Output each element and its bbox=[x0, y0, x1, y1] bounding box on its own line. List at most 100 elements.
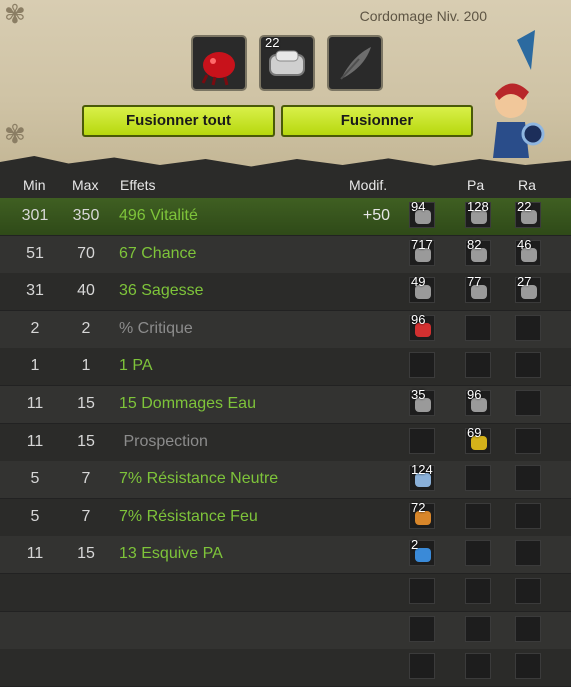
rune-count: 96 bbox=[411, 312, 426, 327]
max-value: 15 bbox=[77, 545, 95, 562]
rune-slot[interactable] bbox=[409, 428, 435, 454]
rune-slot[interactable] bbox=[409, 578, 435, 604]
table-row[interactable]: 11 15 13 Esquive PA 2 bbox=[0, 536, 571, 574]
rune-slot[interactable] bbox=[515, 653, 541, 679]
rune-slot[interactable] bbox=[465, 503, 491, 529]
max-value: 7 bbox=[81, 508, 91, 525]
item-title: Cordomage Niv. 200 bbox=[359, 8, 487, 24]
min-value: 31 bbox=[26, 282, 44, 299]
rune-slot[interactable]: 49 bbox=[409, 274, 435, 303]
rune-slot[interactable]: 82 bbox=[465, 237, 491, 266]
rune-slot[interactable] bbox=[515, 616, 541, 642]
rune-slot[interactable] bbox=[515, 428, 541, 454]
ornament-top-left-icon: ✾ bbox=[4, 0, 26, 30]
table-row[interactable]: 5 7 7% Résistance Neutre 124 bbox=[0, 461, 571, 499]
rune-slot[interactable] bbox=[465, 616, 491, 642]
rune-slot[interactable]: 22 bbox=[515, 199, 541, 228]
min-value: 2 bbox=[30, 320, 40, 337]
rune-slot[interactable]: 27 bbox=[515, 274, 541, 303]
rune-slot[interactable]: 96 bbox=[465, 387, 491, 416]
max-value: 70 bbox=[77, 245, 95, 262]
max-value: 350 bbox=[72, 207, 100, 224]
merge-button[interactable]: Fusionner bbox=[281, 105, 473, 137]
merge-all-button[interactable]: Fusionner tout bbox=[82, 105, 275, 137]
rune-count: 2 bbox=[411, 537, 419, 552]
rune-count: 717 bbox=[411, 237, 433, 252]
table-row[interactable]: 51 70 67 Chance 717 82 46 bbox=[0, 236, 571, 274]
rune-count: 77 bbox=[467, 274, 482, 289]
effect-label: 1 PA bbox=[119, 357, 153, 374]
table-row[interactable]: 301 350 496 Vitalité +50 94 128 22 bbox=[0, 198, 571, 236]
feather-slot[interactable] bbox=[327, 35, 383, 91]
rune-count: 82 bbox=[467, 237, 482, 252]
rune-slot[interactable] bbox=[515, 390, 541, 416]
rune-slot[interactable]: 72 bbox=[409, 500, 435, 529]
rune-slot[interactable]: 124 bbox=[409, 462, 435, 491]
rune-slot[interactable] bbox=[409, 352, 435, 378]
rune-count: 128 bbox=[467, 199, 489, 214]
min-value: 11 bbox=[26, 395, 44, 412]
rune-slot[interactable] bbox=[515, 540, 541, 566]
rune-slot[interactable] bbox=[409, 616, 435, 642]
rune-slot[interactable]: 128 bbox=[465, 199, 491, 228]
table-row[interactable]: 5 7 7% Résistance Feu 72 bbox=[0, 499, 571, 537]
rune-slot[interactable] bbox=[465, 315, 491, 341]
table-row[interactable]: 31 40 36 Sagesse 49 77 27 bbox=[0, 273, 571, 311]
rune-slot[interactable]: 35 bbox=[409, 387, 435, 416]
min-value: 5 bbox=[30, 470, 40, 487]
rune-count: 124 bbox=[411, 462, 433, 477]
rune-count: 69 bbox=[467, 425, 482, 440]
table-row[interactable] bbox=[0, 574, 571, 612]
rune-count: 35 bbox=[411, 387, 426, 402]
rune-slot[interactable] bbox=[515, 352, 541, 378]
rune-count: 72 bbox=[411, 500, 426, 515]
effect-label: 67 Chance bbox=[119, 245, 197, 262]
rune-slot[interactable] bbox=[465, 578, 491, 604]
effect-label: % Critique bbox=[119, 320, 193, 337]
red-item-slot[interactable] bbox=[191, 35, 247, 91]
rune-slot[interactable]: 94 bbox=[409, 199, 435, 228]
column-min: Min bbox=[23, 177, 46, 193]
rune-slot[interactable] bbox=[515, 503, 541, 529]
character-avatar-icon bbox=[493, 30, 545, 158]
rune-slot[interactable] bbox=[465, 540, 491, 566]
effect-label: 15 Dommages Eau bbox=[119, 395, 256, 412]
table-row[interactable]: 2 2 % Critique 96 bbox=[0, 311, 571, 349]
rune-slot[interactable] bbox=[465, 465, 491, 491]
min-value: 301 bbox=[21, 207, 49, 224]
table-row[interactable]: 1 1 1 PA bbox=[0, 348, 571, 386]
rune-slot[interactable] bbox=[465, 653, 491, 679]
column-effects: Effets bbox=[120, 177, 156, 193]
table-row[interactable]: 11 15 Prospection 69 bbox=[0, 424, 571, 462]
rune-slot[interactable] bbox=[515, 578, 541, 604]
rune-slot[interactable]: 717 bbox=[409, 237, 435, 266]
rune-slot[interactable]: 69 bbox=[465, 425, 491, 454]
rune-count: 49 bbox=[411, 274, 426, 289]
table-row[interactable]: 11 15 15 Dommages Eau 35 96 bbox=[0, 386, 571, 424]
rune-slot[interactable]: 77 bbox=[465, 274, 491, 303]
rune-slot[interactable]: 46 bbox=[515, 237, 541, 266]
rune-slot[interactable] bbox=[515, 315, 541, 341]
effect-label: Prospection bbox=[119, 433, 208, 450]
effect-label: 36 Sagesse bbox=[119, 282, 204, 299]
max-value: 15 bbox=[77, 433, 95, 450]
rune-stack-slot[interactable]: 22 bbox=[259, 35, 315, 91]
table-row[interactable] bbox=[0, 612, 571, 650]
rune-slot[interactable] bbox=[465, 352, 491, 378]
crafting-header: ✾ ✾ Cordomage Niv. 200 22 Fusionner tout… bbox=[0, 0, 571, 180]
rune-count: 22 bbox=[517, 199, 532, 214]
rune-count: 27 bbox=[517, 274, 532, 289]
column-max: Max bbox=[72, 177, 99, 193]
effect-label: 7% Résistance Feu bbox=[119, 508, 258, 525]
rune-slot[interactable] bbox=[409, 653, 435, 679]
red-creature-icon bbox=[201, 52, 235, 86]
column-pa: Pa bbox=[467, 177, 485, 193]
rune-slot[interactable]: 2 bbox=[409, 537, 435, 566]
rune-slot[interactable]: 96 bbox=[409, 312, 435, 341]
min-value: 1 bbox=[30, 357, 40, 374]
rune-count: 96 bbox=[467, 387, 482, 402]
rune-slot[interactable] bbox=[515, 465, 541, 491]
ornament-bottom-left-icon: ✾ bbox=[4, 120, 26, 150]
table-row[interactable] bbox=[0, 649, 571, 687]
column-ra: Ra bbox=[518, 177, 536, 193]
